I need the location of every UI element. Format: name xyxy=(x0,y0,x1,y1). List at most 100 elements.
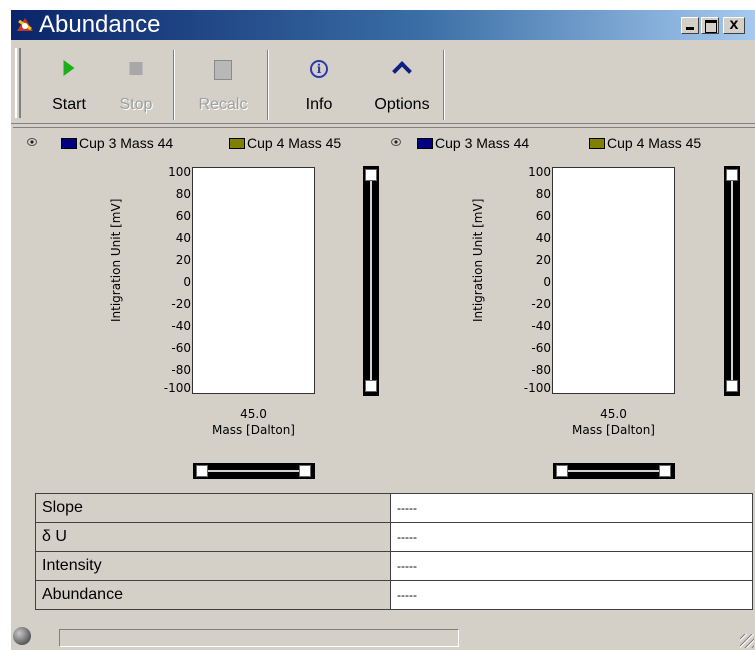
y-tick: 40 xyxy=(535,231,551,245)
play-icon xyxy=(63,60,75,76)
status-bar xyxy=(11,622,755,650)
slider-bottom-handle[interactable] xyxy=(365,380,377,392)
x-axis-label: Mass [Dalton] xyxy=(212,423,295,437)
legend-swatch xyxy=(61,138,77,149)
start-label: Start xyxy=(52,96,86,113)
maximize-button[interactable] xyxy=(701,17,719,34)
legend-swatch xyxy=(417,138,433,149)
y-tick: 60 xyxy=(535,209,551,223)
x-range-slider[interactable] xyxy=(193,463,315,479)
y-tick: 0 xyxy=(543,275,551,289)
result-value: ----- xyxy=(390,493,753,523)
close-button[interactable]: x xyxy=(723,17,745,34)
legend-swatch xyxy=(229,138,245,149)
recalc-button[interactable]: Recalc xyxy=(193,52,253,120)
slider-top-handle[interactable] xyxy=(726,169,738,181)
y-range-slider[interactable] xyxy=(724,166,740,396)
y-axis-label: Intigration Unit [mV] xyxy=(471,198,485,322)
x-range-slider[interactable] xyxy=(553,463,675,479)
title-bar[interactable]: Abundance x xyxy=(11,10,755,40)
slider-bottom-handle[interactable] xyxy=(726,380,738,392)
table-row: δ U ----- xyxy=(35,522,753,552)
result-value: ----- xyxy=(390,522,753,552)
resize-grip-icon[interactable] xyxy=(740,634,754,648)
y-tick: 40 xyxy=(175,231,191,245)
slider-left-handle[interactable] xyxy=(556,465,568,477)
plot-area[interactable] xyxy=(192,167,315,394)
app-icon xyxy=(17,18,33,31)
results-table: Slope ----- δ U ----- Intensity ----- Ab… xyxy=(35,493,753,610)
table-row: Slope ----- xyxy=(35,493,753,523)
y-tick: -40 xyxy=(171,319,191,333)
info-icon: i xyxy=(310,60,328,78)
toolbar-grip[interactable] xyxy=(15,48,21,118)
y-tick: -20 xyxy=(171,297,191,311)
y-tick: -80 xyxy=(171,363,191,377)
slider-right-handle[interactable] xyxy=(659,465,671,477)
abundance-window: Abundance x Start Stop Recalc i Info Opt… xyxy=(10,10,755,650)
start-button[interactable]: Start xyxy=(39,52,99,120)
table-row: Intensity ----- xyxy=(35,551,753,581)
stop-label: Stop xyxy=(119,96,153,113)
x-axis-value: 45.0 xyxy=(600,407,627,421)
y-tick: -40 xyxy=(531,319,551,333)
status-led-icon xyxy=(13,627,31,645)
y-tick: -80 xyxy=(531,363,551,377)
recalc-label: Recalc xyxy=(198,96,248,113)
y-axis-label: Intigration Unit [mV] xyxy=(109,198,123,322)
result-label: δ U xyxy=(35,522,391,552)
result-value: ----- xyxy=(390,551,753,581)
options-label: Options xyxy=(374,96,430,113)
stop-icon xyxy=(129,62,143,75)
y-tick: 80 xyxy=(175,187,191,201)
legend-label: Cup 3 Mass 44 xyxy=(435,135,530,151)
slider-rail xyxy=(207,470,301,472)
slider-left-handle[interactable] xyxy=(196,465,208,477)
info-label: Info xyxy=(305,96,333,113)
x-axis-label: Mass [Dalton] xyxy=(572,423,655,437)
eye-icon[interactable] xyxy=(391,138,401,146)
minimize-button[interactable] xyxy=(681,17,699,34)
slider-top-handle[interactable] xyxy=(365,169,377,181)
y-tick: -100 xyxy=(163,381,191,395)
y-tick: 100 xyxy=(528,165,551,179)
y-tick: -60 xyxy=(531,341,551,355)
toolbar-separator xyxy=(267,50,269,120)
result-value: ----- xyxy=(390,580,753,610)
eye-icon[interactable] xyxy=(27,138,37,146)
result-label: Intensity xyxy=(35,551,391,581)
y-range-slider[interactable] xyxy=(363,166,379,396)
legend-label: Cup 4 Mass 45 xyxy=(607,135,702,151)
x-axis-value: 45.0 xyxy=(240,407,267,421)
legend-swatch xyxy=(589,138,605,149)
options-button[interactable]: Options xyxy=(367,52,437,120)
y-tick: -60 xyxy=(171,341,191,355)
y-tick: 20 xyxy=(535,253,551,267)
y-tick: -20 xyxy=(531,297,551,311)
legend-label: Cup 4 Mass 45 xyxy=(247,135,342,151)
hammer-icon xyxy=(392,61,412,81)
y-tick: -100 xyxy=(523,381,551,395)
legend-label: Cup 3 Mass 44 xyxy=(79,135,174,151)
chart-legend: Cup 3 Mass 44 Cup 4 Mass 45 xyxy=(27,135,367,155)
result-label: Abundance xyxy=(35,580,391,610)
toolbar-separator xyxy=(443,50,445,120)
window-title: Abundance xyxy=(39,11,161,38)
stop-button[interactable]: Stop xyxy=(106,52,166,120)
y-tick: 0 xyxy=(183,275,191,289)
y-tick: 80 xyxy=(535,187,551,201)
progress-bar xyxy=(59,629,459,647)
slider-rail xyxy=(567,470,661,472)
y-tick: 20 xyxy=(175,253,191,267)
table-row: Abundance ----- xyxy=(35,580,753,610)
toolbar: Start Stop Recalc i Info Options xyxy=(11,42,755,124)
y-tick: 100 xyxy=(168,165,191,179)
y-tick: 60 xyxy=(175,209,191,223)
recalc-icon xyxy=(214,60,232,80)
slider-right-handle[interactable] xyxy=(299,465,311,477)
plot-area[interactable] xyxy=(552,167,675,394)
info-button[interactable]: i Info xyxy=(289,52,349,120)
result-label: Slope xyxy=(35,493,391,523)
toolbar-separator xyxy=(173,50,175,120)
chart-legend: Cup 3 Mass 44 Cup 4 Mass 45 xyxy=(391,135,751,155)
